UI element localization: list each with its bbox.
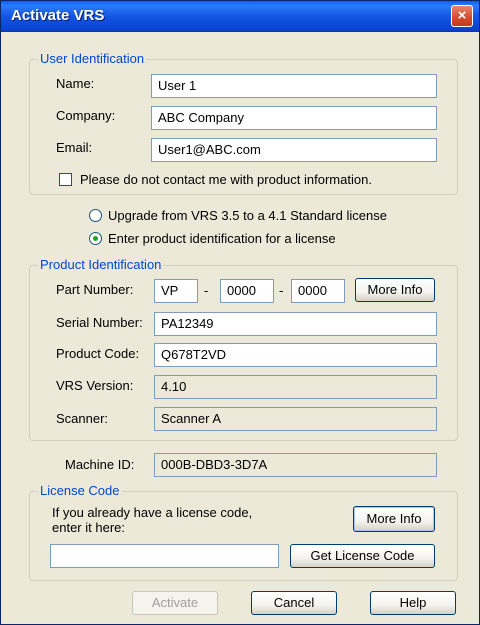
name-label: Name: (56, 76, 95, 91)
close-icon: × (457, 7, 467, 24)
part-number-field-2[interactable]: 0000 (220, 279, 274, 303)
email-input[interactable]: User1@ABC.com (151, 138, 437, 162)
radio-selected-dot (93, 236, 98, 241)
part-more-info-button[interactable]: More Info (355, 278, 435, 302)
license-code-input[interactable] (50, 544, 279, 568)
license-code-legend: License Code (38, 483, 122, 499)
product-identification-legend: Product Identification (38, 257, 164, 273)
get-license-code-button[interactable]: Get License Code (290, 544, 435, 568)
activate-vrs-dialog: Activate VRS × User Identification Name:… (0, 0, 480, 625)
name-input[interactable]: User 1 (151, 74, 437, 98)
no-contact-checkbox[interactable] (59, 173, 72, 186)
part-separator-2: - (279, 283, 284, 298)
part-number-label: Part Number: (56, 282, 134, 297)
product-code-input[interactable]: Q678T2VD (154, 343, 437, 367)
license-more-info-button[interactable]: More Info (353, 506, 435, 532)
scanner-field: Scanner A (154, 407, 437, 431)
product-code-label: Product Code: (56, 346, 140, 361)
serial-number-input[interactable]: PA12349 (154, 312, 437, 336)
vrs-version-field: 4.10 (154, 375, 437, 399)
scanner-label: Scanner: (56, 411, 109, 426)
close-button[interactable]: × (451, 5, 473, 27)
title-bar[interactable]: Activate VRS × (1, 1, 479, 32)
no-contact-label[interactable]: Please do not contact me with product in… (80, 172, 372, 188)
help-button[interactable]: Help (370, 591, 456, 615)
part-separator-1: - (204, 283, 209, 298)
window-title: Activate VRS (11, 7, 105, 24)
upgrade-license-label[interactable]: Upgrade from VRS 3.5 to a 4.1 Standard l… (108, 208, 387, 224)
machine-id-field: 000B-DBD3-3D7A (154, 453, 437, 477)
cancel-button[interactable]: Cancel (251, 591, 337, 615)
email-label: Email: (56, 140, 93, 155)
user-identification-legend: User Identification (38, 51, 147, 67)
license-instruction-line-1: If you already have a license code, (52, 505, 253, 520)
vrs-version-label: VRS Version: (56, 378, 134, 393)
serial-number-label: Serial Number: (56, 315, 143, 330)
company-input[interactable]: ABC Company (151, 106, 437, 130)
enter-product-id-label[interactable]: Enter product identification for a licen… (108, 231, 336, 247)
enter-product-id-radio[interactable] (89, 232, 102, 245)
machine-id-label: Machine ID: (65, 457, 135, 472)
activate-button[interactable]: Activate (132, 591, 218, 615)
company-label: Company: (56, 108, 116, 123)
upgrade-license-radio[interactable] (89, 209, 102, 222)
part-number-field-3[interactable]: 0000 (291, 279, 345, 303)
part-number-field-1[interactable]: VP (154, 279, 198, 303)
license-instruction-line-2: enter it here: (52, 520, 125, 535)
